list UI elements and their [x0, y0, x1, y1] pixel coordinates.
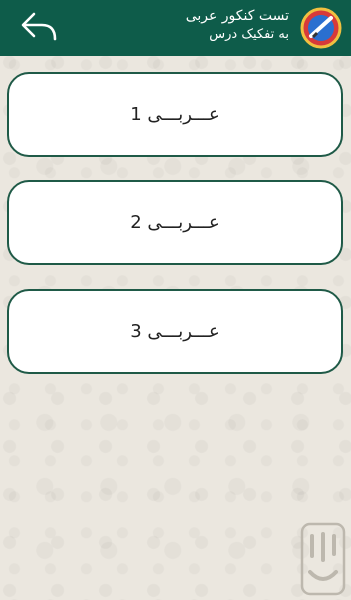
store-badge-icon: [300, 522, 346, 596]
header-titles: تست کنکور عربی به تفکیک درس: [186, 7, 289, 45]
lesson-label: عـــربـــی 1: [130, 104, 220, 125]
back-arrow-icon[interactable]: [20, 10, 60, 44]
lesson-card-2[interactable]: عـــربـــی 2: [7, 180, 343, 265]
page-title: تست کنکور عربی: [185, 8, 289, 24]
lesson-card-3[interactable]: عـــربـــی 3: [7, 289, 343, 374]
app-header: تست کنکور عربی به تفکیک درس: [0, 0, 351, 56]
lesson-label: عـــربـــی 2: [130, 212, 220, 233]
lesson-label: عـــربـــی 3: [130, 321, 220, 342]
page-subtitle: به تفکیک درس: [209, 27, 289, 42]
lesson-card-1[interactable]: عـــربـــی 1: [7, 72, 343, 157]
app-logo-icon: [299, 6, 343, 50]
